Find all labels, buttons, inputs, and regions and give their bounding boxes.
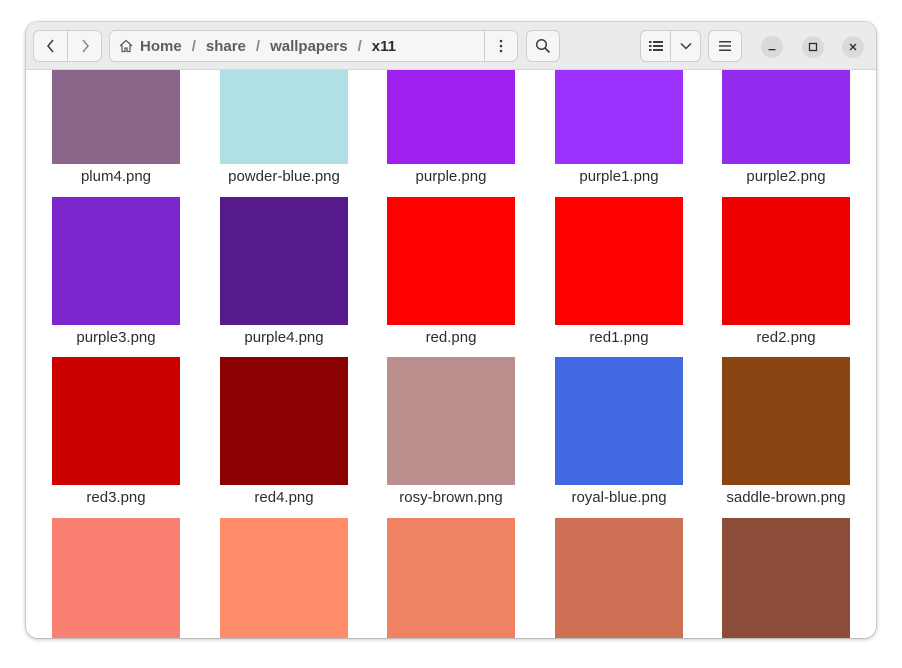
file-thumbnail [387, 357, 515, 485]
file-name-label: purple4.png [244, 329, 324, 346]
navigation-buttons [33, 30, 102, 62]
file-thumbnail [52, 357, 180, 485]
view-toggle-group [640, 30, 701, 62]
file-thumbnail [220, 197, 348, 325]
file-name-label: powder-blue.png [228, 168, 340, 185]
vertical-dots-icon [499, 39, 503, 53]
breadcrumb-share[interactable]: share [206, 38, 246, 55]
close-button[interactable] [842, 36, 864, 58]
file-item[interactable]: salmon2.png [387, 518, 515, 638]
file-name-label: red4.png [254, 489, 314, 506]
file-grid-view[interactable]: plum4.png powder-blue.png purple.png purple… [26, 70, 876, 638]
main-menu-button[interactable] [708, 30, 742, 62]
file-name-label: royal-blue.png [571, 489, 667, 506]
file-manager-window: Home / share / wallpapers / x11 plum4.pn… [26, 22, 876, 638]
file-thumbnail [387, 518, 515, 638]
maximize-icon [808, 42, 818, 52]
file-item[interactable]: red.png [387, 197, 515, 346]
search-icon [535, 38, 551, 54]
file-item[interactable]: red4.png [220, 357, 348, 506]
file-thumbnail [722, 70, 850, 164]
file-thumbnail [52, 70, 180, 164]
file-item[interactable]: red2.png [722, 197, 850, 346]
chevron-down-icon [679, 42, 692, 50]
chevron-left-icon [46, 39, 54, 53]
file-name-label: red.png [425, 329, 477, 346]
file-item[interactable]: purple1.png [555, 70, 683, 185]
breadcrumb-x11[interactable]: x11 [372, 38, 396, 55]
file-thumbnail [220, 357, 348, 485]
file-item[interactable]: salmon.png [52, 518, 180, 638]
file-item[interactable]: powder-blue.png [220, 70, 348, 185]
forward-button[interactable] [67, 31, 101, 61]
file-thumbnail [722, 197, 850, 325]
file-thumbnail [52, 197, 180, 325]
file-item[interactable]: saddle-brown.png [722, 357, 850, 506]
close-icon [849, 43, 857, 51]
file-item[interactable]: salmon3.png [555, 518, 683, 638]
file-thumbnail [722, 357, 850, 485]
file-name-label: purple1.png [579, 168, 659, 185]
path-menu-button[interactable] [484, 31, 517, 61]
file-item[interactable]: plum4.png [52, 70, 180, 185]
path-bar: Home / share / wallpapers / x11 [109, 30, 518, 62]
file-name-label: saddle-brown.png [726, 489, 846, 506]
minimize-button[interactable] [761, 36, 783, 58]
file-item[interactable]: purple2.png [722, 70, 850, 185]
breadcrumb-home-label: Home [140, 37, 182, 55]
file-item[interactable]: salmon1.png [220, 518, 348, 638]
list-view-button[interactable] [641, 31, 670, 61]
file-thumbnail [555, 518, 683, 638]
file-item[interactable]: salmon4.png [722, 518, 850, 638]
file-name-label: red2.png [756, 329, 816, 346]
home-icon [119, 39, 133, 53]
hamburger-menu-icon [719, 41, 731, 51]
file-name-label: red3.png [86, 489, 146, 506]
file-name-label: rosy-brown.png [399, 489, 503, 506]
file-item[interactable]: purple4.png [220, 197, 348, 346]
file-name-label: plum4.png [80, 168, 152, 185]
list-view-icon [648, 41, 663, 51]
file-thumbnail [52, 518, 180, 638]
search-button[interactable] [526, 30, 560, 62]
view-options-button[interactable] [670, 31, 700, 61]
header-bar: Home / share / wallpapers / x11 [26, 22, 876, 70]
back-button[interactable] [34, 31, 67, 61]
file-thumbnail [722, 518, 850, 638]
file-item[interactable]: rosy-brown.png [387, 357, 515, 506]
file-name-label: purple3.png [76, 329, 156, 346]
file-thumbnail [555, 357, 683, 485]
file-thumbnail [555, 197, 683, 325]
file-item[interactable]: red3.png [52, 357, 180, 506]
file-item[interactable]: red1.png [555, 197, 683, 346]
file-thumbnail [220, 518, 348, 638]
breadcrumb-home[interactable]: Home [118, 38, 182, 55]
breadcrumb-separator: / [191, 37, 196, 55]
file-name-label: purple.png [415, 168, 487, 185]
minimize-icon [768, 49, 776, 51]
breadcrumb-separator: / [357, 37, 362, 55]
file-item[interactable]: purple.png [387, 70, 515, 185]
file-item[interactable]: royal-blue.png [555, 357, 683, 506]
breadcrumb-separator: / [255, 37, 261, 55]
file-thumbnail [387, 197, 515, 325]
file-item[interactable]: purple3.png [52, 197, 180, 346]
maximize-button[interactable] [802, 36, 824, 58]
file-thumbnail [220, 70, 348, 164]
file-name-label: purple2.png [746, 168, 826, 185]
chevron-right-icon [81, 39, 89, 53]
file-thumbnail [555, 70, 683, 164]
file-name-label: red1.png [589, 329, 649, 346]
breadcrumb-wallpapers[interactable]: wallpapers [270, 38, 348, 55]
file-thumbnail [387, 70, 515, 164]
